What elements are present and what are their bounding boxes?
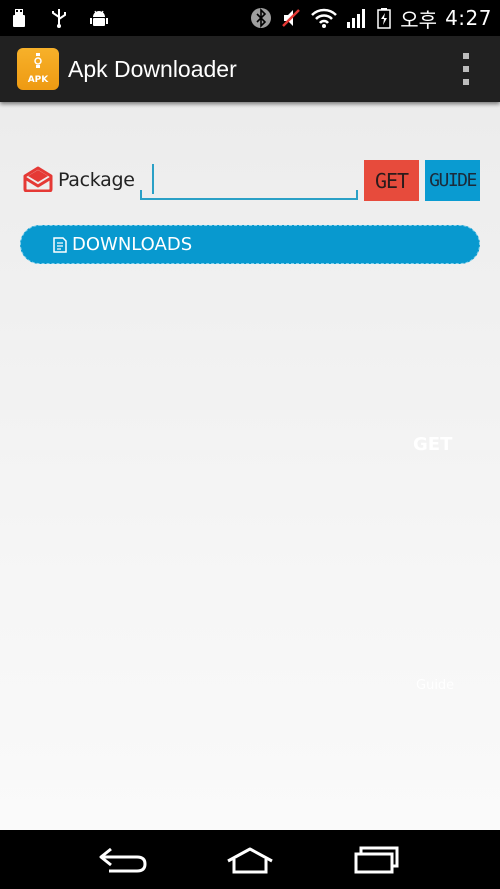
document-icon	[53, 236, 67, 253]
usb-trident-icon	[48, 7, 70, 29]
downloads-label: DOWNLOADS	[72, 234, 193, 255]
downloads-button[interactable]: DOWNLOADS	[20, 225, 480, 264]
input-underline-right	[356, 190, 358, 200]
main-content: Package GET GUIDE DOWNLOADS GET Guide	[0, 102, 500, 830]
app-logo-text: APK	[27, 75, 49, 85]
battery-charging-icon	[376, 7, 392, 29]
background-get-text: GET	[413, 434, 453, 455]
background-guide-text: Guide	[416, 678, 455, 693]
guide-button[interactable]: GUIDE	[425, 160, 480, 201]
time-period: 오후	[400, 7, 438, 32]
usb-icon	[8, 7, 30, 29]
action-bar: APK Apk Downloader	[0, 36, 500, 102]
home-icon	[227, 847, 273, 873]
mute-icon	[280, 7, 302, 29]
signal-icon	[346, 7, 368, 29]
package-label: Package	[58, 169, 135, 191]
bluetooth-icon	[250, 7, 272, 29]
back-button[interactable]	[93, 840, 153, 880]
recent-apps-icon	[354, 846, 399, 873]
nav-bar	[0, 830, 500, 889]
open-mail-icon	[23, 166, 53, 192]
status-bar: 오후 4:27	[0, 0, 500, 36]
status-left-icons	[8, 7, 110, 29]
overflow-menu-icon[interactable]	[460, 53, 472, 85]
back-icon	[99, 847, 147, 872]
clock: 4:27	[445, 6, 492, 30]
recent-apps-button[interactable]	[347, 840, 407, 880]
home-button[interactable]	[220, 840, 280, 880]
text-cursor	[152, 164, 154, 194]
android-debug-icon	[88, 7, 110, 29]
get-button[interactable]: GET	[364, 160, 419, 201]
wifi-icon	[310, 7, 338, 29]
package-input[interactable]	[140, 162, 358, 200]
status-right-icons: 오후 4:27	[250, 4, 492, 33]
app-title: Apk Downloader	[68, 55, 237, 82]
app-logo-icon: APK	[17, 48, 59, 90]
input-underline-left	[140, 190, 142, 200]
package-row: Package GET GUIDE	[22, 160, 480, 202]
